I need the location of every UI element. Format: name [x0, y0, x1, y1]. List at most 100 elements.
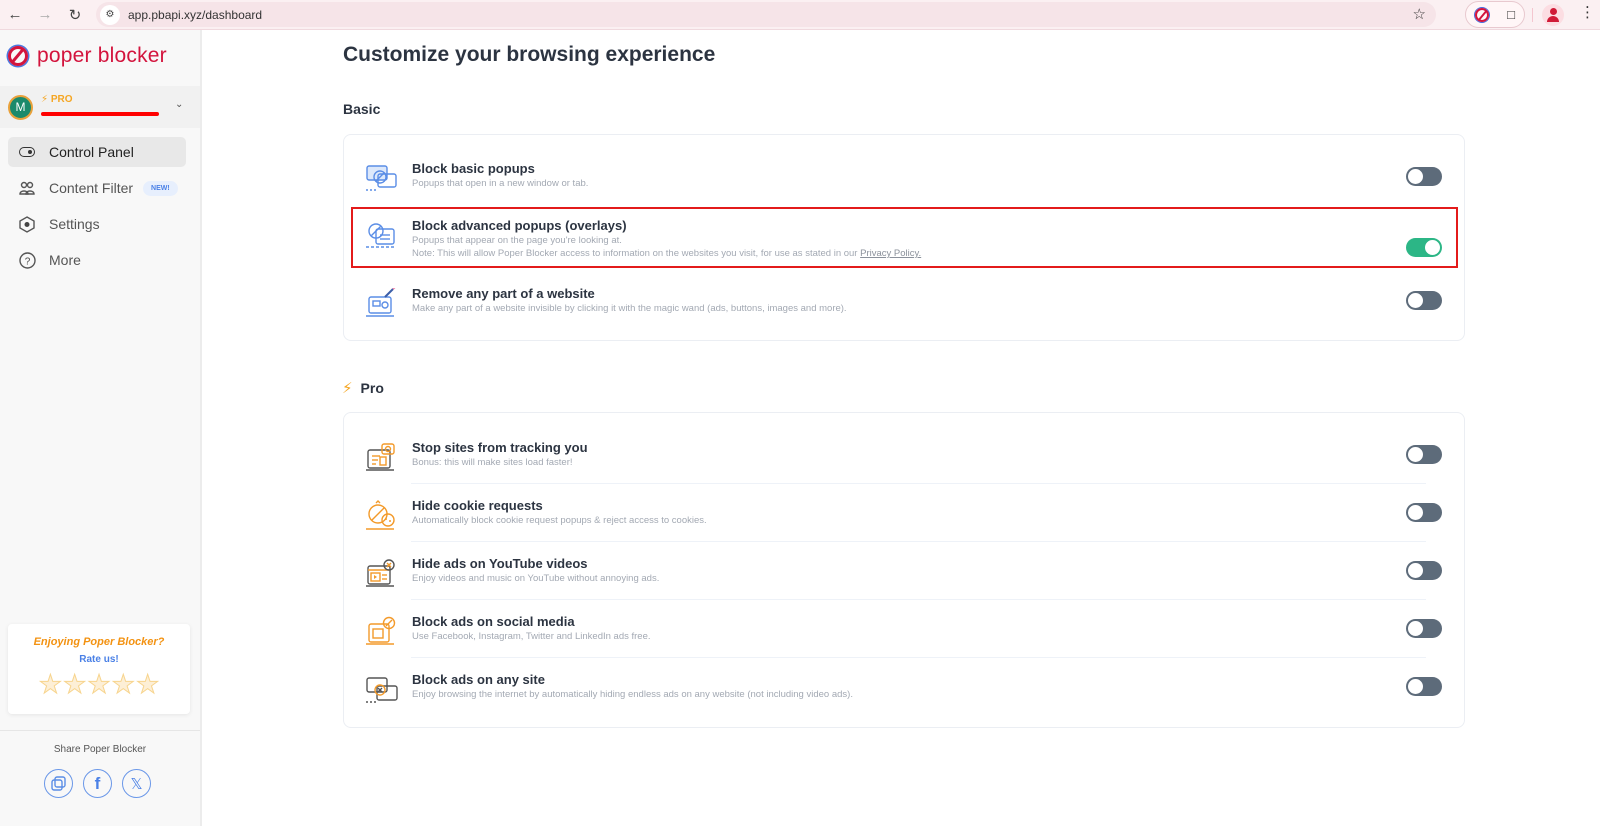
users-icon [18, 179, 36, 197]
section-title-basic: Basic [343, 101, 381, 117]
poper-blocker-extension-icon[interactable] [1475, 7, 1490, 22]
reload-icon: ↻ [68, 6, 82, 24]
toggle-stop-tracking[interactable] [1406, 445, 1442, 464]
share-title: Share Poper Blocker [53, 744, 147, 755]
url-text[interactable]: app.pbapi.xyz/dashboard [128, 8, 262, 22]
puzzle-extensions-icon[interactable]: □ [1507, 7, 1515, 22]
toggle-block-social-ads[interactable] [1406, 619, 1442, 638]
social-ad-block-icon [364, 616, 400, 648]
feature-title: Block ads on social media [412, 614, 575, 629]
divider [0, 730, 200, 731]
sidebar-item-more[interactable]: ? More [8, 245, 186, 275]
x-share-button[interactable]: 𝕏 [122, 769, 151, 798]
row-divider [411, 483, 1426, 484]
pro-features-card: Stop sites from tracking you Bonus: this… [343, 412, 1465, 728]
youtube-ad-block-icon [364, 558, 400, 590]
sidebar-item-label: Content Filter [49, 180, 134, 196]
feature-title: Block basic popups [412, 161, 535, 176]
site-info-icon[interactable]: ⚙ [100, 4, 120, 25]
star-icon[interactable]: ★ [135, 671, 159, 698]
toggle-block-any-site-ads[interactable] [1406, 677, 1442, 696]
toggle-hide-youtube-ads[interactable] [1406, 561, 1442, 580]
star-icon[interactable]: ★ [87, 671, 111, 698]
feature-row-hide-cookie-requests: Hide cookie requests Automatically block… [364, 498, 1446, 556]
any-site-ad-block-icon [364, 674, 400, 706]
brand-name: poper blocker [37, 44, 167, 67]
sidebar-nav: Control Panel Content Filter NEW! Settin… [8, 137, 186, 281]
share-buttons: f 𝕏 [44, 769, 151, 798]
sidebar-item-content-filter[interactable]: Content Filter NEW! [8, 173, 186, 203]
star-icon[interactable]: ★ [63, 671, 87, 698]
feature-description: Enjoy videos and music on YouTube withou… [412, 573, 660, 584]
star-icon[interactable]: ★ [38, 671, 62, 698]
toggle-hide-cookie-requests[interactable] [1406, 503, 1442, 522]
bookmark-star-icon[interactable]: ☆ [1413, 5, 1426, 23]
star-icon[interactable]: ★ [111, 671, 135, 698]
feature-title: Hide ads on YouTube videos [412, 556, 588, 571]
magic-wand-laptop-icon [364, 286, 400, 320]
feature-row-stop-tracking: Stop sites from tracking you Bonus: this… [364, 440, 1446, 498]
copy-icon [51, 776, 66, 791]
facebook-share-button[interactable]: f [83, 769, 112, 798]
arrow-right-icon: → [37, 6, 53, 23]
row-divider [411, 657, 1426, 658]
arrow-left-icon: ← [7, 6, 23, 23]
row-divider [411, 541, 1426, 542]
extensions-area: □ [1465, 1, 1525, 28]
svg-text:?: ? [24, 256, 30, 267]
sidebar-item-settings[interactable]: Settings [8, 209, 186, 239]
x-icon: 𝕏 [130, 775, 143, 793]
toolbar-divider [1532, 8, 1533, 22]
reload-button[interactable]: ↻ [64, 4, 86, 26]
sidebar: poper blocker M ⚡ PRO ⌄ Control Panel Co… [0, 30, 202, 826]
brand-logo[interactable]: poper blocker [8, 44, 167, 68]
star-rating: ★ ★ ★ ★ ★ [8, 671, 190, 698]
menu-kebab-icon[interactable]: ⋮ [1580, 3, 1595, 21]
sidebar-item-label: Settings [49, 216, 100, 232]
feature-row-block-any-site-ads: Block ads on any site Enjoy browsing the… [364, 672, 1446, 730]
popup-window-icon [364, 163, 400, 195]
section-title-pro: ⚡ Pro [342, 380, 384, 397]
row-divider [411, 599, 1426, 600]
copy-link-button[interactable] [44, 769, 73, 798]
feature-description: Popups that open in a new window or tab. [412, 178, 589, 189]
question-icon: ? [18, 251, 36, 269]
address-bar[interactable]: ⚙ app.pbapi.xyz/dashboard ☆ [96, 2, 1436, 27]
toggle-icon [18, 143, 36, 161]
hexagon-settings-icon [18, 215, 36, 233]
feature-description: Enjoy browsing the internet by automatic… [412, 689, 853, 700]
feature-title: Remove any part of a website [412, 286, 595, 301]
poper-blocker-logo-icon [8, 46, 28, 66]
redaction-mark [41, 112, 159, 116]
feature-row-hide-youtube-ads: Hide ads on YouTube videos Enjoy videos … [364, 556, 1446, 614]
toggle-block-basic-popups[interactable] [1406, 167, 1442, 186]
page-title: Customize your browsing experience [343, 43, 716, 66]
feature-row-remove-website-part: Remove any part of a website Make any pa… [364, 286, 1446, 344]
chevron-down-icon[interactable]: ⌄ [175, 99, 183, 110]
rate-us-link[interactable]: Rate us! [8, 654, 190, 665]
sidebar-item-label: More [49, 252, 81, 268]
back-button[interactable]: ← [4, 4, 26, 26]
bolt-icon: ⚡ [342, 380, 353, 397]
feature-description: Use Facebook, Instagram, Twitter and Lin… [412, 631, 651, 642]
highlight-annotation-box [351, 207, 1458, 268]
feature-description: Make any part of a website invisible by … [412, 303, 847, 314]
bolt-icon: ⚡ [41, 94, 49, 105]
avatar: M [8, 94, 33, 120]
sidebar-item-control-panel[interactable]: Control Panel [8, 137, 186, 167]
sidebar-item-label: Control Panel [49, 144, 134, 160]
feature-title: Block ads on any site [412, 672, 545, 687]
rate-us-card: Enjoying Poper Blocker? Rate us! ★ ★ ★ ★… [8, 624, 190, 714]
profile-avatar-icon[interactable] [1542, 4, 1564, 26]
account-switcher[interactable]: M ⚡ PRO ⌄ [0, 86, 200, 128]
tracking-block-icon [364, 442, 400, 474]
feature-row-block-social-ads: Block ads on social media Use Facebook, … [364, 614, 1446, 672]
forward-button[interactable]: → [34, 4, 56, 26]
browser-toolbar: ← → ↻ ⚙ app.pbapi.xyz/dashboard ☆ □ ⋮ [0, 0, 1600, 30]
feature-title: Hide cookie requests [412, 498, 543, 513]
feature-description: Bonus: this will make sites load faster! [412, 457, 573, 468]
feature-description: Automatically block cookie request popup… [412, 515, 707, 526]
facebook-icon: f [94, 773, 101, 793]
toggle-remove-website-part[interactable] [1406, 291, 1442, 310]
feature-title: Stop sites from tracking you [412, 440, 588, 455]
